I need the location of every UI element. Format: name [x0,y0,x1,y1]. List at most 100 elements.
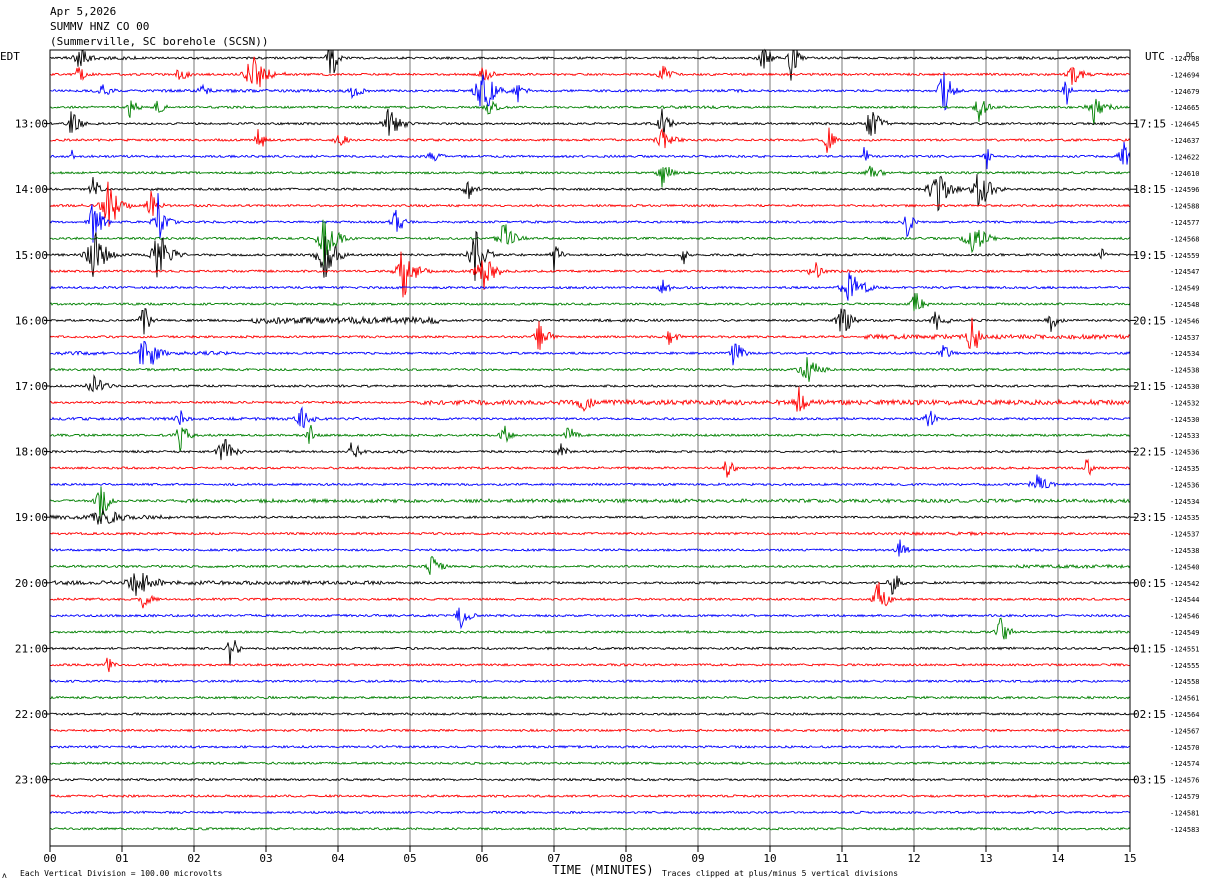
right-hour-label: 22:15 [1133,446,1166,459]
left-hour-label: 17:00 [15,380,48,393]
trace-row [49,530,1131,537]
left-hour-label: 23:00 [15,774,48,787]
scale-note: Each Vertical Division = 100.00 microvol… [20,869,222,878]
x-tick-label: 12 [907,852,920,865]
trace-value-label: -124546 [1170,317,1200,325]
trace-row [49,165,1131,188]
right-trace-values: -124708 -124694 -124679 -124665 -124645 -1246… [1170,55,1200,834]
right-hour-label: 21:15 [1133,380,1166,393]
trace-value-label: -124558 [1170,678,1200,686]
trace-value-label: -124551 [1170,645,1200,653]
trace-row [49,193,1131,243]
trace-row [49,617,1131,640]
right-hour-label: 03:15 [1133,774,1166,787]
x-tick-label: 00 [43,852,56,865]
trace-row [49,307,1131,335]
trace-value-label: -124549 [1170,629,1200,637]
trace-value-label: -124576 [1170,777,1200,785]
trace-value-label: -124536 [1170,449,1200,457]
trace-value-label: -124694 [1170,71,1200,79]
trace-row [49,406,1131,429]
trace-value-label: -124583 [1170,826,1200,834]
left-hour-label: 16:00 [15,314,48,327]
trace-row [49,486,1131,522]
trace-value-label: -124537 [1170,334,1200,342]
trace-row [50,777,1131,782]
x-tick-label: 11 [835,852,848,865]
trace-row [49,761,1131,766]
trace-value-label: -124532 [1170,399,1200,407]
trace-row [49,657,1131,673]
trace-row [49,555,1131,575]
right-timezone: UTC [1145,50,1165,63]
trace-row [49,293,1131,312]
trace-row [49,230,1131,281]
trace-row [49,141,1131,170]
trace-value-label: -124533 [1170,432,1200,440]
x-tick-label: 09 [691,852,704,865]
trace-row [49,127,1131,153]
right-hour-label: 23:15 [1133,511,1166,524]
trace-row [49,439,1131,461]
trace-row [49,98,1131,125]
helicorder-plot: 00 01 02 03 04 05 06 07 08 09 10 11 12 13 14 15 13:0014… [2,48,1200,880]
x-tick-label: 04 [331,852,345,865]
trace-value-label: -124570 [1170,744,1200,752]
right-hour-label: 18:15 [1133,183,1166,196]
trace-row [49,508,1131,525]
trace-value-label: -124535 [1170,465,1200,473]
trace-row [49,108,1131,137]
left-hour-label: 19:00 [15,511,48,524]
trace-row [49,374,1131,393]
trace-value-label: -124546 [1170,613,1200,621]
left-hour-label: 21:00 [15,642,48,655]
x-tick-label: 03 [259,852,272,865]
trace-value-label: -124549 [1170,285,1200,293]
trace-row [49,810,1131,815]
trace-value-label: -124530 [1170,383,1200,391]
trace-value-label: -124561 [1170,695,1200,703]
header-location: (Summerville, SC borehole (SCSN)) [50,35,269,48]
trace-row [49,458,1131,478]
trace-value-label: -124559 [1170,252,1200,260]
trace-value-label: -124665 [1170,104,1200,112]
trace-row [50,72,1131,111]
trace-value-label: -124588 [1170,203,1200,211]
trace-row [49,174,1131,212]
trace-value-label: -124538 [1170,367,1200,375]
trace-value-label: -124534 [1170,498,1200,506]
trace-row [49,711,1131,717]
trace-row [49,317,1131,350]
trace-value-label: -124568 [1170,235,1200,243]
x-tick-label: 06 [475,852,488,865]
trace-value-label: -124537 [1170,531,1200,539]
left-hour-label: 20:00 [15,577,48,590]
trace-value-label: -124708 [1170,55,1200,63]
plot-frame [49,49,1131,847]
trace-row [50,695,1131,700]
trace-row [49,640,1131,666]
trace-row [49,793,1131,799]
trace-row [49,386,1131,412]
trace-row [49,679,1131,684]
trace-value-label: -124622 [1170,153,1200,161]
trace-value-label: -124547 [1170,268,1200,276]
trace-value-label: -124540 [1170,563,1200,571]
left-hour-label: 18:00 [15,446,48,459]
trace-value-label: -124538 [1170,547,1200,555]
trace-row [49,744,1131,749]
trace-value-label: -124555 [1170,662,1200,670]
trace-row [49,251,1131,298]
minute-gridlines [121,50,1059,846]
trace-value-label: -124579 [1170,793,1200,801]
trace-value-label: -124530 [1170,416,1200,424]
trace-row [49,219,1131,267]
left-hour-label: 14:00 [15,183,48,196]
x-tick-label: 01 [115,852,128,865]
right-hour-labels: 17:15 18:15 19:15 20:15 21:15 22:15 23:15 00:15… [1130,118,1166,787]
trace-row [49,539,1131,557]
right-hour-label: 19:15 [1133,249,1166,262]
trace-value-label: -124679 [1170,88,1200,96]
trace-value-label: -124548 [1170,301,1200,309]
trace-row [49,474,1131,489]
